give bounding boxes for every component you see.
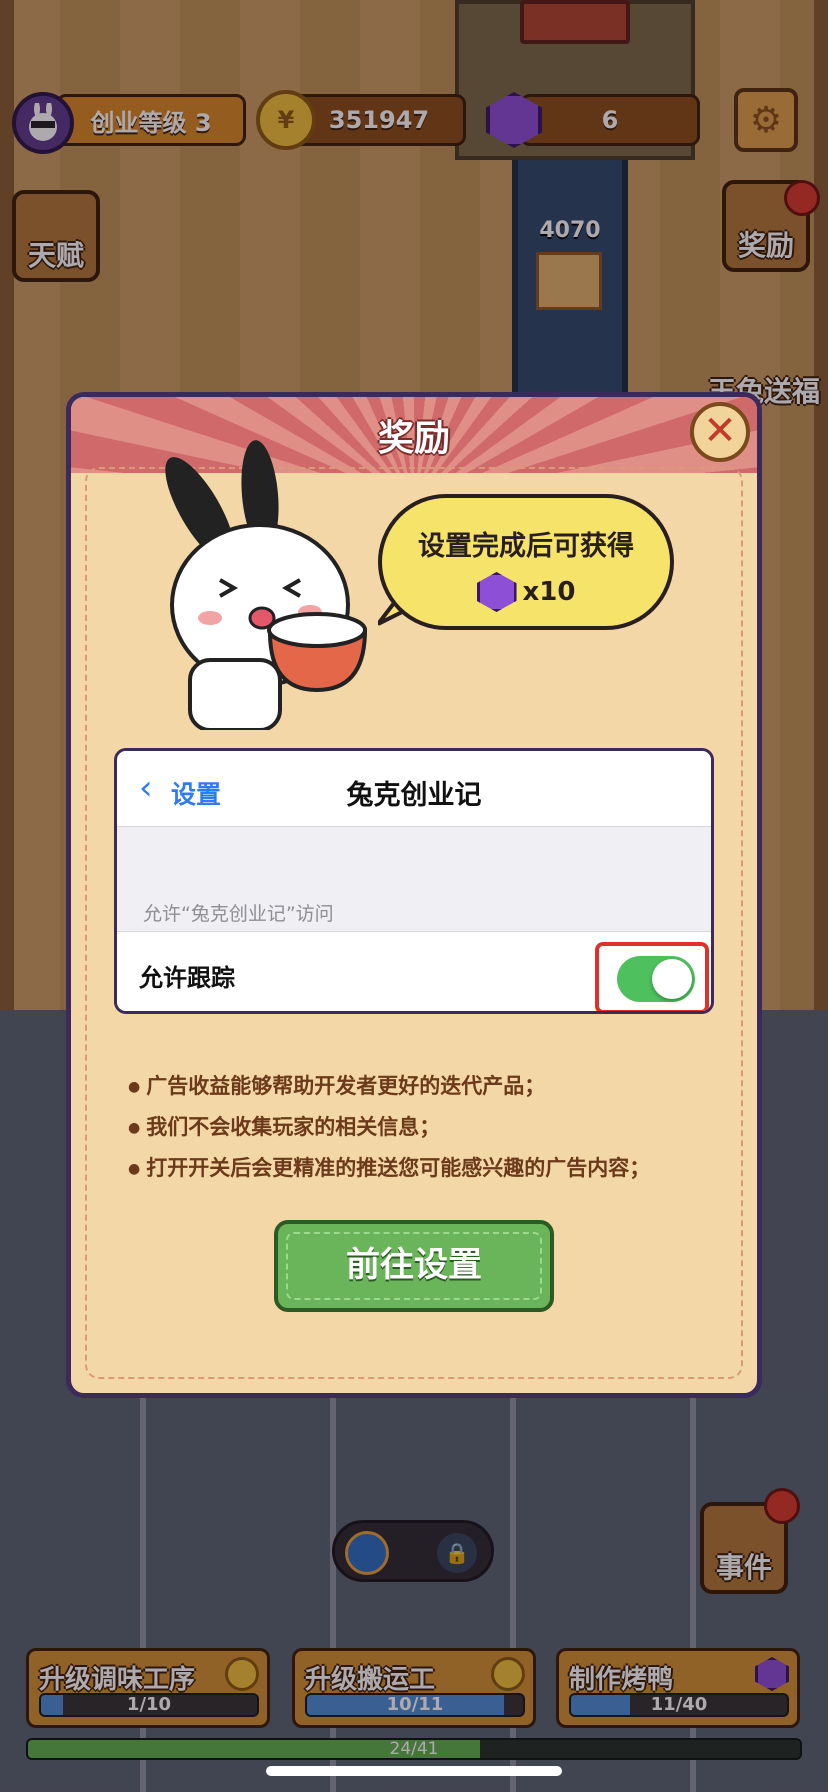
go-to-settings-button[interactable]: 前往设置 [274,1220,554,1312]
toggle-knob [652,959,692,999]
tracking-row: 允许跟踪 [117,931,711,1011]
tracking-toggle [617,956,695,1002]
note-item: 打开开关后会更精准的推送您可能感兴趣的广告内容； [128,1148,728,1189]
go-to-settings-label: 前往设置 [346,1245,482,1285]
bunny-mascot-icon [165,440,368,730]
settings-preview: ‹ 设置 兔克创业记 允许“兔克创业记”访问 允许跟踪 [114,748,714,1014]
note-item: 我们不会收集玩家的相关信息； [128,1107,728,1148]
tracking-label: 允许跟踪 [139,964,235,992]
reward-count: x10 [522,577,576,607]
close-icon: ✕ [703,408,737,454]
notes-list: 广告收益能够帮助开发者更好的迭代产品； 我们不会收集玩家的相关信息； 打开开关后… [128,1066,728,1189]
settings-nav-bar: ‹ 设置 兔克创业记 [117,751,711,827]
gem-icon [476,572,517,612]
close-button[interactable]: ✕ [690,402,750,462]
bubble-text: 设置完成后可获得 [418,531,634,562]
settings-title: 兔克创业记 [346,780,482,811]
bubble-reward: x10 [382,572,670,612]
section-header: 允许“兔克创业记”访问 [143,903,334,925]
home-indicator[interactable] [266,1766,562,1776]
toggle-highlight [595,942,709,1011]
note-item: 广告收益能够帮助开发者更好的迭代产品； [128,1066,728,1107]
speech-bubble: 设置完成后可获得 x10 [378,494,674,630]
